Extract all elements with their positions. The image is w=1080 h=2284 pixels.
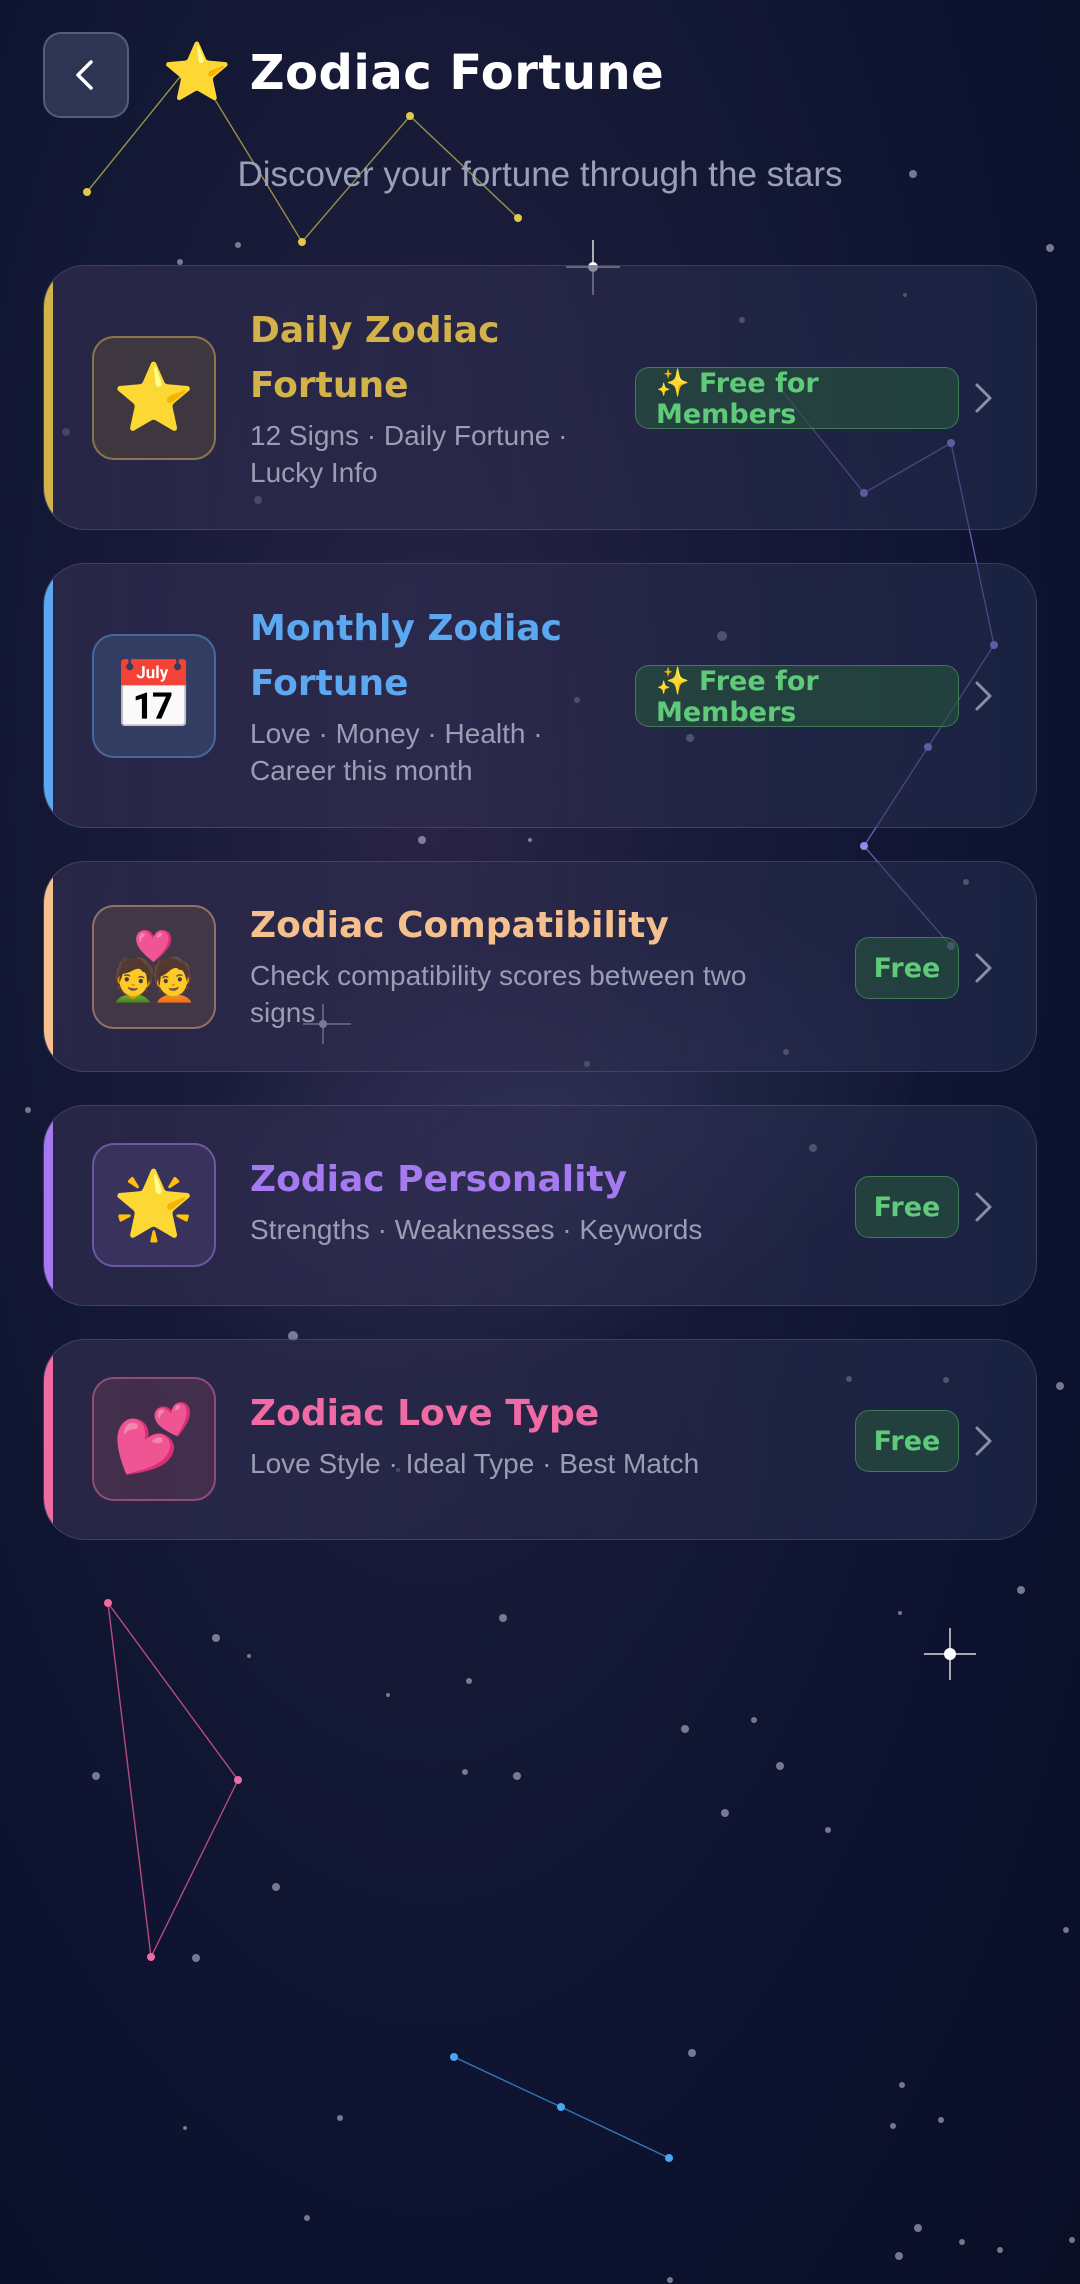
- two-hearts-icon: 💕: [92, 1377, 216, 1501]
- card-text: Zodiac Compatibility Check compatibility…: [250, 898, 810, 1031]
- chevron-left-icon: [76, 60, 93, 90]
- chevron-right-icon: [975, 1426, 992, 1456]
- header: ⭐ Zodiac Fortune Discover your fortune t…: [0, 0, 1080, 230]
- card-description: Love Style · Ideal Type · Best Match: [250, 1448, 700, 1479]
- card-accent-bar: [44, 266, 53, 529]
- chevron-right-icon: [975, 1192, 992, 1222]
- card-description-line: Lucky Info: [250, 457, 378, 488]
- star-icon: ⭐: [92, 336, 216, 460]
- free-badge: Free: [855, 937, 959, 999]
- page-subtitle: Discover your fortune through the stars: [237, 155, 843, 194]
- card-title: Monthly Zodiac Fortune: [250, 601, 562, 711]
- card-title: Zodiac Compatibility: [250, 905, 669, 946]
- card-text: Monthly Zodiac Fortune Love · Money · He…: [250, 601, 562, 789]
- card-description-line: signs: [250, 997, 316, 1028]
- card-title-line: Fortune: [250, 663, 409, 704]
- card-accent-bar: [44, 1106, 53, 1305]
- card-title: Daily Zodiac Fortune: [250, 303, 567, 413]
- free-badge: Free: [855, 1176, 959, 1238]
- fortune-menu-list: ⭐ Daily Zodiac Fortune 12 Signs · Daily …: [43, 265, 1037, 1573]
- card-description: Love · Money · Health · Career this mont…: [250, 715, 562, 789]
- star-icon: ⭐: [162, 40, 232, 105]
- card-accent-bar: [44, 862, 53, 1071]
- card-description-line: Career this month: [250, 755, 473, 786]
- card-description: Strengths · Weaknesses · Keywords: [250, 1214, 703, 1245]
- card-text: Zodiac Personality Strengths · Weaknesse…: [250, 1152, 702, 1248]
- free-badge: Free: [855, 1410, 959, 1472]
- card-description-line: 12 Signs · Daily Fortune ·: [250, 420, 568, 451]
- daily-zodiac-fortune-card[interactable]: ⭐ Daily Zodiac Fortune 12 Signs · Daily …: [43, 265, 1037, 530]
- calendar-icon: 📅: [92, 634, 216, 758]
- chevron-right-icon: [975, 681, 992, 711]
- glowing-star-icon: 🌟: [92, 1143, 216, 1267]
- zodiac-personality-card[interactable]: 🌟 Zodiac Personality Strengths · Weaknes…: [43, 1105, 1037, 1306]
- card-text: Zodiac Love Type Love Style · Ideal Type…: [250, 1386, 699, 1482]
- card-accent-bar: [44, 1340, 53, 1539]
- back-button[interactable]: [43, 32, 129, 118]
- card-description: Check compatibility scores between two s…: [250, 957, 810, 1031]
- card-description: 12 Signs · Daily Fortune · Lucky Info: [250, 417, 567, 491]
- card-text: Daily Zodiac Fortune 12 Signs · Daily Fo…: [250, 303, 567, 491]
- chevron-right-icon: [975, 953, 992, 983]
- page-title: Zodiac Fortune: [249, 45, 665, 101]
- zodiac-compatibility-card[interactable]: 💑 Zodiac Compatibility Check compatibili…: [43, 861, 1037, 1072]
- card-title-line: Monthly Zodiac: [250, 608, 562, 649]
- zodiac-love-type-card[interactable]: 💕 Zodiac Love Type Love Style · Ideal Ty…: [43, 1339, 1037, 1540]
- free-for-members-badge: ✨ Free for Members: [635, 665, 959, 728]
- card-accent-bar: [44, 564, 53, 827]
- card-title: Zodiac Personality: [250, 1159, 628, 1200]
- title-row: ⭐ Zodiac Fortune: [162, 38, 664, 108]
- couple-icon: 💑: [92, 905, 216, 1029]
- monthly-zodiac-fortune-card[interactable]: 📅 Monthly Zodiac Fortune Love · Money · …: [43, 563, 1037, 828]
- free-for-members-badge: ✨ Free for Members: [635, 367, 959, 430]
- card-description-line: Love · Money · Health ·: [250, 718, 543, 749]
- chevron-right-icon: [975, 383, 992, 413]
- card-description-line: Check compatibility scores between two: [250, 960, 747, 991]
- card-title-line: Daily Zodiac: [250, 310, 500, 351]
- card-title-line: Fortune: [250, 365, 409, 406]
- card-title: Zodiac Love Type: [250, 1393, 600, 1434]
